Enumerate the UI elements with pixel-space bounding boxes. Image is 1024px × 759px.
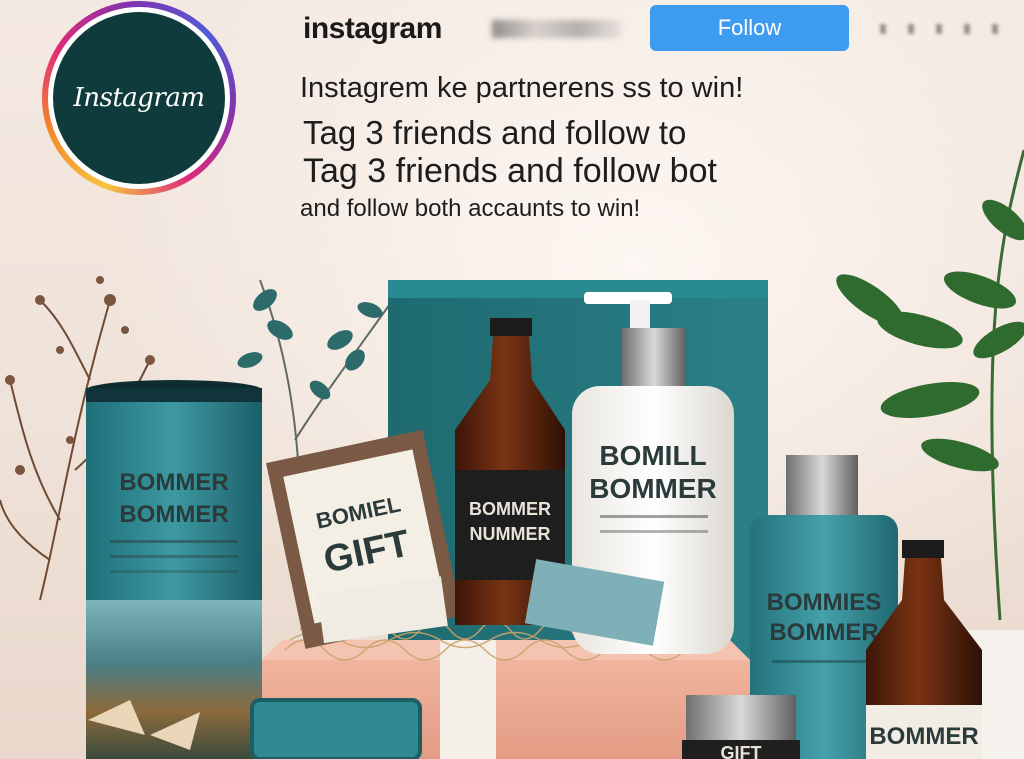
- right-bottle-label-2: BOMMER: [769, 619, 878, 646]
- pump-label-2: BOMMER: [589, 473, 717, 504]
- bottle-label-2: NUMMER: [470, 524, 551, 544]
- pump-label-1: BOMILL: [599, 440, 706, 471]
- product-photo: BOMMER BOMMER BOMIEL GIFT BOMMER NUMMER: [0, 149, 1024, 759]
- small-box-label: GIFT: [721, 743, 762, 759]
- teal-tin: BOMMER BOMMER: [86, 380, 262, 759]
- small-product-box: GIFT: [682, 695, 800, 759]
- teal-pouch: [250, 698, 422, 759]
- right-bottle-label-1: BOMMIES: [767, 589, 882, 616]
- tin-label-2: BOMMER: [119, 501, 228, 528]
- bottle-label-1: BOMMER: [469, 499, 551, 519]
- tin-label-1: BOMMER: [119, 469, 228, 496]
- small-bottle-label: BOMMER: [869, 723, 978, 750]
